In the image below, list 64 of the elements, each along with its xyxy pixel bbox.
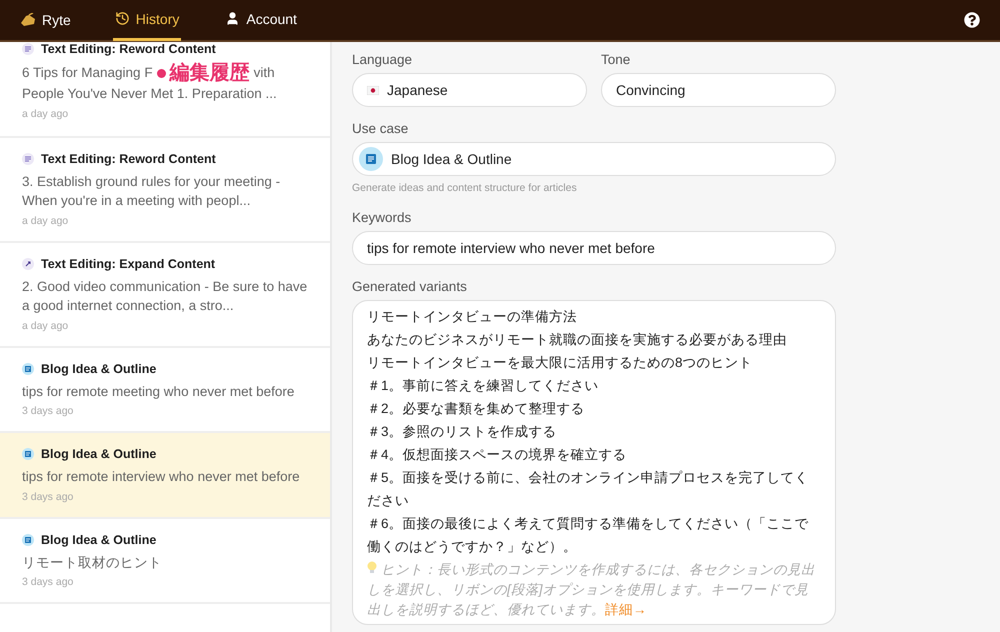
variant-line: あなたのビジネスがリモート就職の面接を実施する必要がある理由 [367, 331, 788, 349]
document-icon [22, 448, 34, 460]
field-label: Tone [601, 52, 632, 67]
hand-icon [20, 13, 36, 27]
variants-textarea[interactable] [352, 300, 836, 625]
variant-line: ＃2。必要な書類を集めて整理する [367, 400, 586, 418]
variant-line: ＃3。参照のリストを作成する [367, 423, 558, 441]
history-item[interactable]: Blog Idea & Outline tips for remote interview who never met before 3 days ago [0, 433, 330, 518]
flag-icon [367, 86, 379, 94]
history-item[interactable]: Text Editing: Reword Content 6 Tips for Managing F 編集履歴 vith People You've Never Met 1. Preparation ... a day ago [0, 42, 330, 138]
lightbulb-icon [367, 561, 377, 574]
item-time: 3 days ago [22, 490, 74, 502]
item-title: Blog Idea & Outline [41, 532, 156, 546]
field-label: Language [352, 52, 414, 67]
annotation-dot [156, 68, 166, 78]
document-icon [22, 362, 34, 374]
history-icon [114, 11, 130, 26]
variant-line: ＃6。面接の最後によく考えて質問する準備をしてください（「ここで働くのはどうですか？」など）。 [367, 515, 810, 556]
field-label: Generated variants [352, 279, 468, 294]
variant-line: ＃5。面接を受ける前に、会社のオンライン申請プロセスを完了してください [367, 469, 810, 510]
variant-line: リモートインタビューを最大限に活用するための8つのヒント [367, 354, 754, 372]
item-title: Text Editing: Expand Content [41, 256, 216, 270]
item-title: Text Editing: Reword Content [41, 42, 216, 56]
item-preview: People You've Never Met 1. Preparation ... [22, 85, 278, 103]
item-time: 3 days ago [22, 576, 74, 588]
nav-tab[interactable]: Account [223, 0, 299, 41]
history-item[interactable]: Text Editing: Expand Content 2. Good video communication - Be sure to have a good internet connection, a stro... a day ago [0, 242, 330, 348]
item-time: a day ago [22, 214, 70, 226]
person-icon [225, 11, 240, 26]
variant-line: ＃4。仮想面接スペースの境界を確立する [367, 446, 628, 464]
item-preview: tips for remote meeting who never met before [22, 382, 296, 401]
language-select[interactable]: Japanese [352, 73, 587, 107]
help-icon[interactable] [964, 12, 980, 28]
item-time: 3 days ago [22, 405, 74, 417]
help-text: Generate ideas and content structure for articles [352, 182, 578, 194]
keywords-field[interactable]: tips for remote interview who never met before [352, 231, 836, 265]
variant-line: ＃1。事前に答えを練習してください [367, 377, 600, 395]
item-title: Blog Idea & Outline [41, 362, 156, 376]
use-case-select[interactable]: Blog Idea & Outline [352, 142, 836, 176]
reword-icon [22, 43, 34, 55]
item-preview: リモート取材のヒント [22, 554, 163, 572]
document-icon [22, 534, 34, 546]
history-item[interactable]: Blog Idea & Outline リモート取材のヒント 3 days ago [0, 518, 330, 604]
field-label: Keywords [352, 210, 412, 225]
tone-field[interactable]: Convincing [601, 73, 836, 107]
hint-text: ヒント：長い形式のコンテンツを作成するには、各セクションの見出しを選択し、リボンの[段落]オプションを使用します。キーワードで見出しを説明するほど、優れています。詳細→ [367, 560, 816, 619]
item-time: a day ago [22, 320, 70, 332]
reword-icon [22, 152, 34, 164]
item-title: Text Editing: Reword Content [41, 152, 216, 166]
item-preview: tips for remote interview who never met before [22, 468, 301, 486]
item-time: a day ago [22, 108, 70, 120]
brand-link[interactable]: Ryte [20, 12, 71, 28]
item-title: Blog Idea & Outline [41, 447, 156, 461]
variant-line: リモートインタビューの準備方法 [367, 308, 578, 326]
annotation-label: 編集履歴 [170, 62, 250, 84]
item-preview: vith [254, 64, 275, 82]
item-preview: 2. Good video communication - Be sure to have a good internet connection, a stro... [22, 278, 308, 315]
field-label: Use case [352, 121, 410, 136]
history-item[interactable]: Text Editing: Reword Content 3. Establish ground rules for your meeting - When you're in a meeting with peopl... a day ago [0, 138, 330, 242]
expand-icon [22, 258, 34, 270]
document-icon [359, 147, 383, 171]
item-preview: 3. Establish ground rules for your meeting - When you're in a meeting with peopl... [22, 172, 282, 210]
history-item[interactable]: Blog Idea & Outline tips for remote meeting who never met before 3 days ago [0, 348, 330, 433]
item-preview: 6 Tips for Managing F [22, 64, 153, 82]
